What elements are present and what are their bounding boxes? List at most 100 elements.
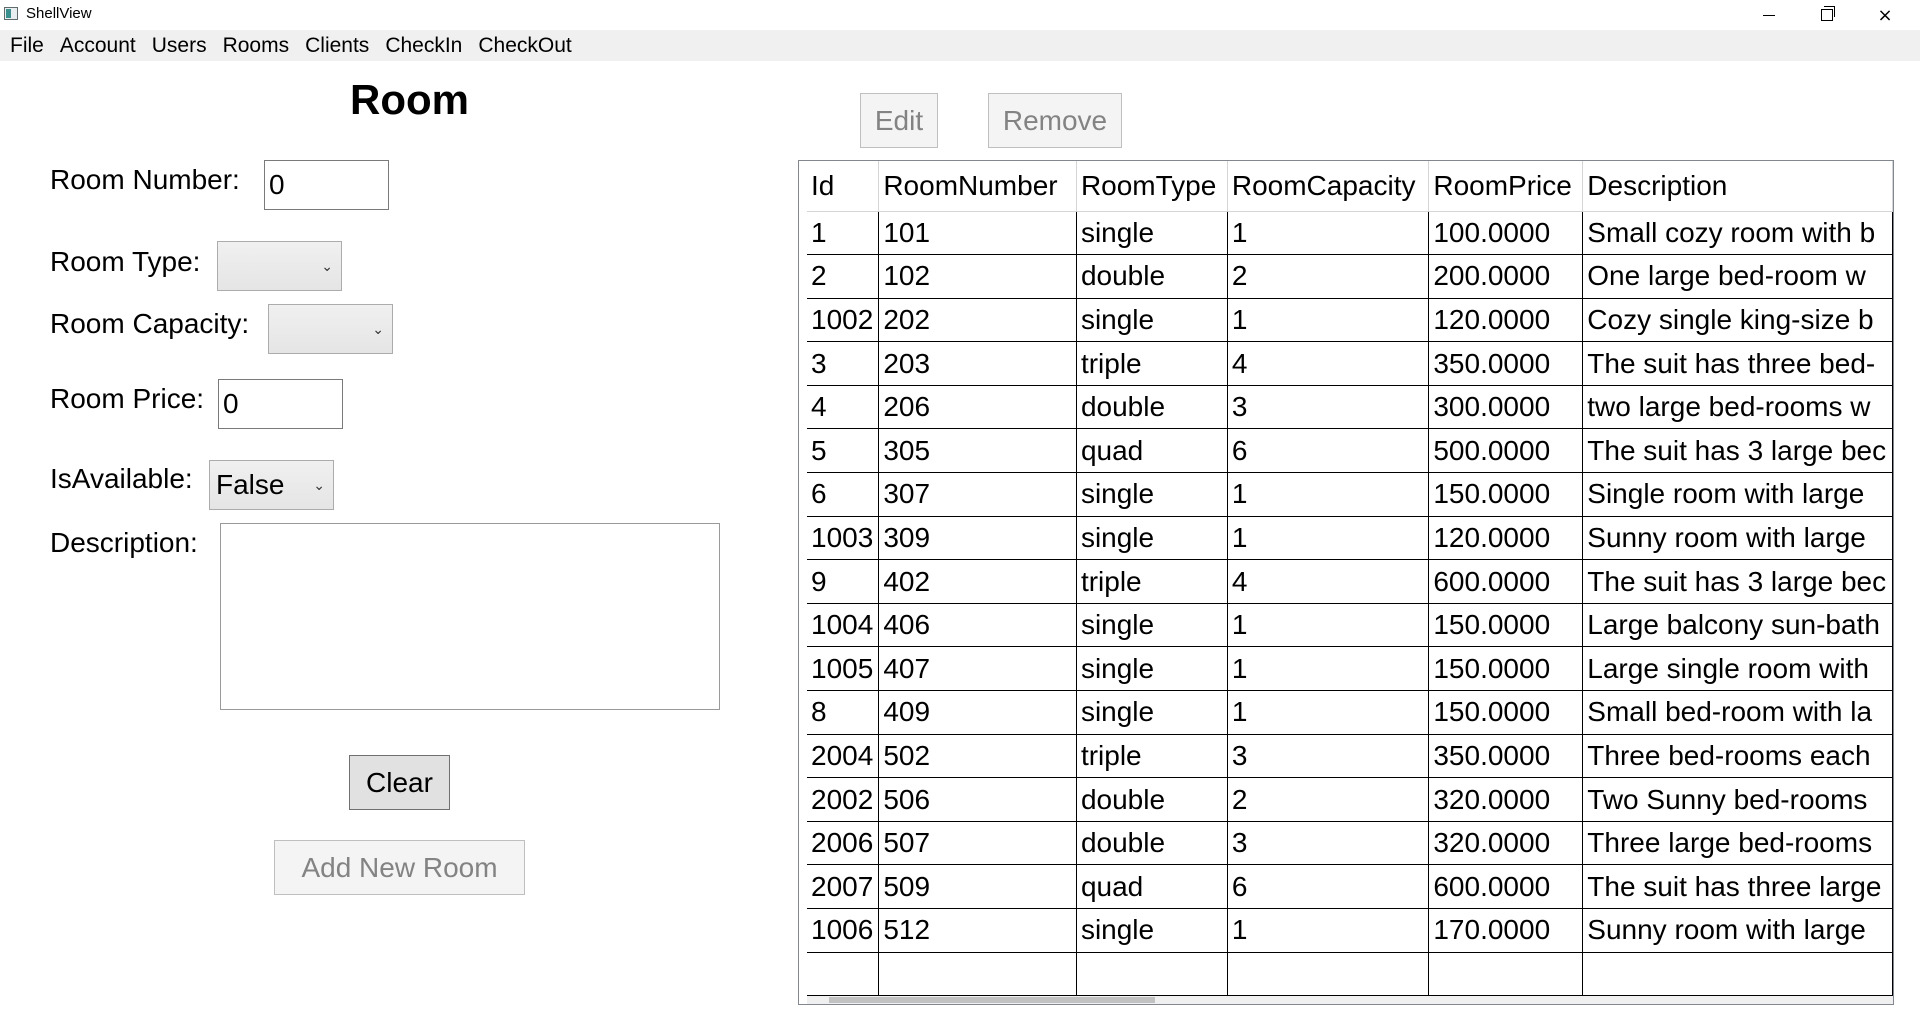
cell-roomtype[interactable]: single [1076,472,1228,517]
cell-roomnumber[interactable]: 206 [878,385,1077,430]
cell-roomprice[interactable]: 320.0000 [1428,777,1584,822]
cell-roomprice[interactable]: 170.0000 [1428,908,1584,953]
cell-roomnumber[interactable]: 512 [878,908,1077,953]
cell-id[interactable]: 1004 [807,603,880,648]
cell-description[interactable]: Two Sunny bed-rooms [1582,777,1893,822]
cell-roomprice[interactable]: 200.0000 [1428,254,1584,299]
cell-roomprice[interactable]: 500.0000 [1428,428,1584,474]
cell-roomcapacity[interactable]: 1 [1227,603,1430,648]
menu-file[interactable]: File [2,30,52,61]
cell-roomcapacity[interactable]: 3 [1227,734,1430,779]
cell-roomtype[interactable]: quad [1076,428,1228,474]
table-row[interactable]: 6 307 single 1 150.0000 Single room with larg… [807,472,1893,517]
table-row[interactable]: 3 203 triple 4 350.0000 The suit has three be… [807,341,1893,386]
cell-roomtype[interactable]: double [1076,777,1228,822]
cell-roomnumber[interactable]: 305 [878,428,1077,474]
cell-roomtype[interactable]: quad [1076,864,1228,909]
cell-roomprice[interactable]: 150.0000 [1428,646,1584,692]
cell-id[interactable]: 1003 [807,516,880,561]
cell-roomprice[interactable]: 150.0000 [1428,472,1584,517]
cell-roomprice[interactable]: 350.0000 [1428,341,1584,386]
table-row[interactable]: 2007 509 quad 6 600.0000 The suit has three l… [807,864,1893,909]
cell-roomcapacity[interactable]: 1 [1227,908,1430,953]
cell-roomnumber[interactable]: 101 [878,211,1077,256]
table-row[interactable]: 2006 507 double 3 320.0000 Three large bed-ro… [807,821,1893,866]
cell-description[interactable]: Small cozy room with b [1582,211,1893,256]
column-header-roomcapacity[interactable]: RoomCapacity [1227,161,1430,212]
column-header-id[interactable]: Id [807,161,880,212]
cell-id[interactable]: 9 [807,559,880,604]
cell-roomtype[interactable]: single [1076,908,1228,953]
horizontal-scrollbar[interactable] [807,996,1893,1004]
cell-id[interactable]: 1 [807,211,880,256]
room-price-input[interactable]: 0 [218,379,343,429]
cell-empty[interactable] [878,952,1077,996]
column-header-roomprice[interactable]: RoomPrice [1428,161,1584,212]
cell-roomnumber[interactable]: 407 [878,646,1077,692]
cell-roomtype[interactable]: single [1076,690,1228,735]
new-row-placeholder[interactable] [807,952,1893,996]
menu-checkout[interactable]: CheckOut [470,30,579,61]
cell-description[interactable]: The suit has 3 large bec [1582,428,1893,474]
cell-id[interactable]: 2007 [807,864,880,909]
cell-description[interactable]: Three large bed-rooms [1582,821,1893,866]
cell-roomcapacity[interactable]: 6 [1227,864,1430,909]
cell-roomprice[interactable]: 300.0000 [1428,385,1584,430]
clear-button[interactable]: Clear [349,755,450,810]
table-row[interactable]: 8 409 single 1 150.0000 Small bed-room with l… [807,690,1893,735]
cell-id[interactable]: 6 [807,472,880,517]
cell-roomprice[interactable]: 100.0000 [1428,211,1584,256]
column-header-description[interactable]: Description [1582,161,1893,212]
cell-roomtype[interactable]: single [1076,516,1228,561]
cell-roomnumber[interactable]: 502 [878,734,1077,779]
cell-description[interactable]: Sunny room with large [1582,516,1893,561]
room-capacity-select[interactable]: ⌄ [268,304,393,354]
cell-roomnumber[interactable]: 307 [878,472,1077,517]
minimize-button[interactable] [1740,0,1798,30]
table-row[interactable]: 1004 406 single 1 150.0000 Large balcony sun-… [807,603,1893,648]
cell-roomnumber[interactable]: 409 [878,690,1077,735]
cell-description[interactable]: Three bed-rooms each [1582,734,1893,779]
menu-checkin[interactable]: CheckIn [377,30,470,61]
cell-roomcapacity[interactable]: 1 [1227,690,1430,735]
cell-description[interactable]: Small bed-room with la [1582,690,1893,735]
cell-roomnumber[interactable]: 102 [878,254,1077,299]
cell-roomnumber[interactable]: 202 [878,298,1077,343]
table-row[interactable]: 1003 309 single 1 120.0000 Sunny room with la… [807,516,1893,561]
menu-clients[interactable]: Clients [297,30,377,61]
cell-id[interactable]: 2004 [807,734,880,779]
cell-id[interactable]: 5 [807,428,880,474]
table-row[interactable]: 1 101 single 1 100.0000 Small cozy room with … [807,211,1893,256]
cell-roomtype[interactable]: double [1076,821,1228,866]
cell-roomprice[interactable]: 150.0000 [1428,603,1584,648]
table-row[interactable]: 1006 512 single 1 170.0000 Sunny room with la… [807,908,1893,953]
cell-roomcapacity[interactable]: 1 [1227,516,1430,561]
cell-roomcapacity[interactable]: 4 [1227,341,1430,386]
cell-roomnumber[interactable]: 402 [878,559,1077,604]
maximize-button[interactable] [1798,0,1856,30]
cell-empty[interactable] [1582,952,1893,996]
cell-roomcapacity[interactable]: 4 [1227,559,1430,604]
cell-roomtype[interactable]: single [1076,298,1228,343]
description-textarea[interactable] [220,523,720,710]
cell-roomprice[interactable]: 600.0000 [1428,559,1584,604]
table-row[interactable]: 1005 407 single 1 150.0000 Large single room … [807,646,1893,692]
menu-users[interactable]: Users [144,30,215,61]
cell-roomprice[interactable]: 120.0000 [1428,298,1584,343]
cell-roomcapacity[interactable]: 1 [1227,298,1430,343]
cell-description[interactable]: Large single room with [1582,646,1893,692]
cell-roomtype[interactable]: triple [1076,341,1228,386]
cell-roomtype[interactable]: triple [1076,734,1228,779]
add-new-room-button[interactable]: Add New Room [274,840,525,895]
cell-id[interactable]: 2002 [807,777,880,822]
cell-roomtype[interactable]: single [1076,603,1228,648]
cell-id[interactable]: 3 [807,341,880,386]
cell-roomcapacity[interactable]: 1 [1227,646,1430,692]
cell-empty[interactable] [1227,952,1430,996]
cell-roomtype[interactable]: single [1076,646,1228,692]
table-row[interactable]: 5 305 quad 6 500.0000 The suit has 3 large be… [807,428,1893,474]
cell-roomnumber[interactable]: 309 [878,516,1077,561]
cell-id[interactable]: 2006 [807,821,880,866]
close-button[interactable]: × [1856,0,1914,30]
cell-description[interactable]: Large balcony sun-bath [1582,603,1893,648]
